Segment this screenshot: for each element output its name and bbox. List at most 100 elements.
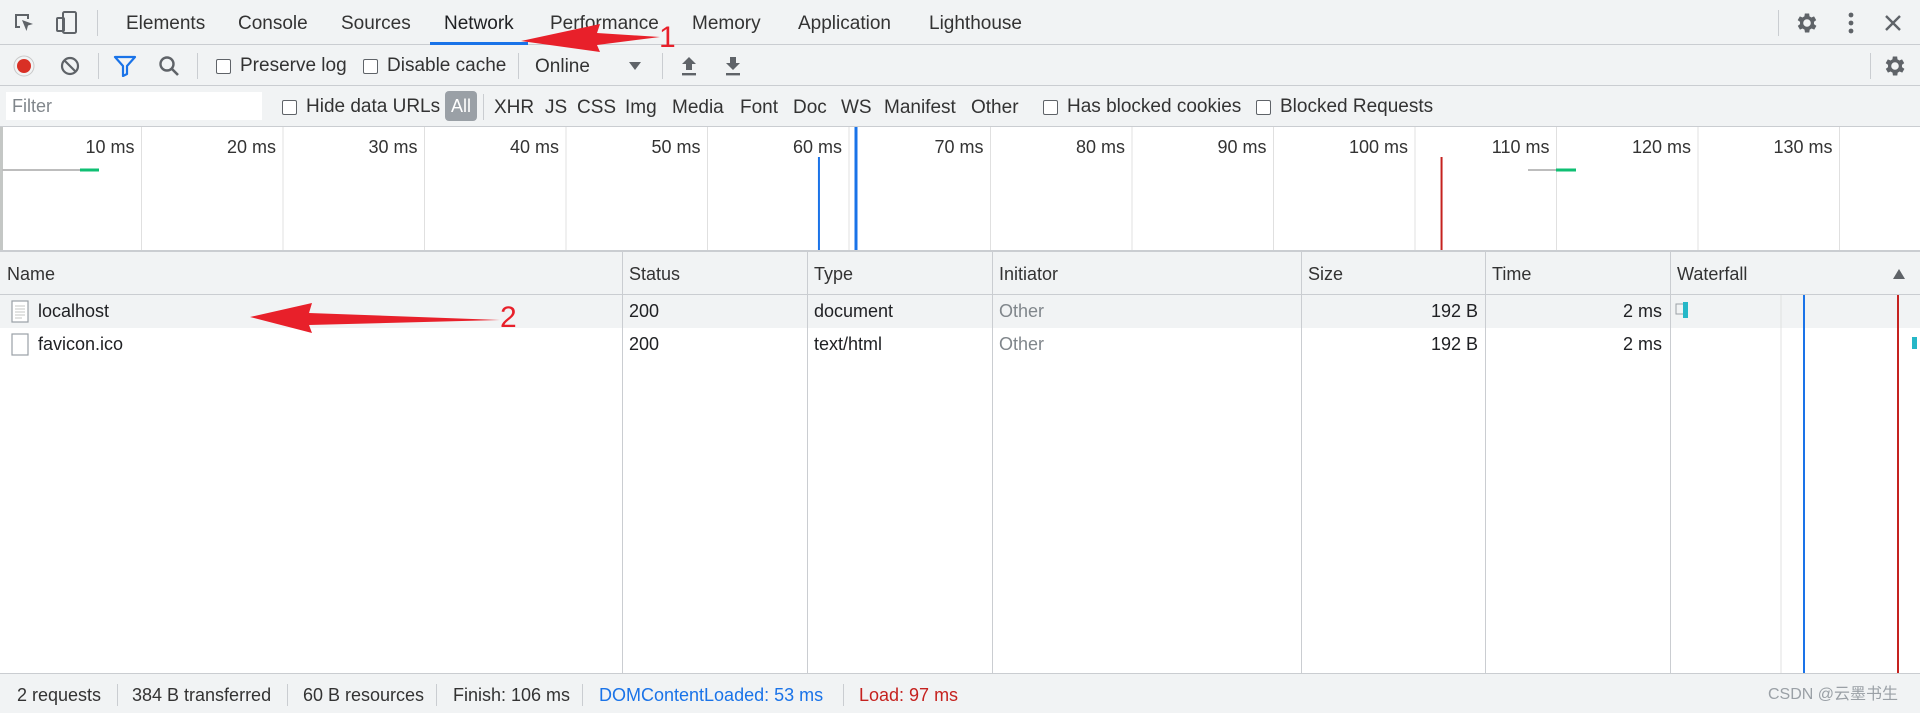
load-time: Load: 97 ms (859, 685, 959, 705)
column-header-name[interactable]: Name (0, 252, 622, 295)
column-divider[interactable] (1485, 252, 1486, 673)
row-status-cell: 200 (629, 301, 660, 321)
blank-file-icon (11, 333, 29, 356)
overview-tick-label: 120 ms (1632, 137, 1691, 157)
waterfall-queue-bar (1675, 303, 1685, 315)
overview-tick-label: 90 ms (1217, 137, 1266, 157)
type-filter-all[interactable]: All (445, 91, 478, 121)
network-overview-timeline[interactable]: 10 ms 20 ms 30 ms 40 ms 50 ms 60 ms 70 ms 80 ms… (0, 127, 1920, 252)
blocked-requests-box[interactable] (1256, 99, 1271, 115)
type-filter-css[interactable]: CSS (577, 86, 616, 127)
inspect-element-icon[interactable] (12, 11, 36, 35)
tab-bar-separator-right (1778, 10, 1779, 36)
column-header-waterfall[interactable]: Waterfall (1670, 252, 1920, 295)
csdn-watermark: CSDN @云墨书生 (1768, 686, 1899, 703)
resources-size: 60 B resources (303, 685, 425, 705)
has-blocked-cookies-checkbox[interactable]: Has blocked cookies (1043, 96, 1241, 118)
column-divider[interactable] (1301, 252, 1302, 673)
summary-status-bar: 2 requests 384 B transferred 60 B resour… (0, 673, 1920, 713)
tab-console[interactable]: Console (238, 0, 308, 45)
more-options-kebab-icon[interactable] (1841, 10, 1861, 36)
row-initiator-cell: Other (999, 301, 1045, 321)
type-filter-js[interactable]: JS (545, 86, 567, 127)
disable-cache-label: Disable cache (387, 55, 507, 76)
tab-lighthouse[interactable]: Lighthouse (929, 0, 1022, 45)
dom-content-loaded-time: DOMContentLoaded: 53 ms (599, 685, 824, 705)
import-har-upload-icon[interactable] (678, 54, 700, 78)
hide-data-urls-box[interactable] (282, 99, 297, 115)
settings-gear-icon[interactable] (1794, 10, 1820, 36)
disable-cache-box[interactable] (363, 58, 378, 74)
row-name-cell[interactable]: favicon.ico (38, 328, 123, 361)
network-settings-gear-icon[interactable] (1882, 53, 1908, 79)
close-devtools-icon[interactable] (1882, 12, 1904, 34)
status-separator (436, 684, 437, 706)
type-filter-manifest[interactable]: Manifest (884, 86, 956, 127)
overview-tick-label: 40 ms (510, 137, 559, 157)
tab-network[interactable]: Network (430, 0, 528, 45)
type-filter-doc[interactable]: Doc (793, 86, 827, 127)
request-table: Name Status Type Initiator Size Time Wat… (0, 252, 1920, 673)
tab-elements[interactable]: Elements (126, 0, 205, 45)
throttling-select[interactable]: Online (535, 45, 647, 86)
toolbar-separator (518, 53, 519, 79)
overview-tick-label: 30 ms (368, 137, 417, 157)
preserve-log-checkbox[interactable]: Preserve log (216, 55, 347, 77)
hide-data-urls-label: Hide data URLs (306, 96, 441, 117)
clear-log-icon[interactable] (59, 55, 81, 77)
filter-bar: Hide data URLs All XHR JS CSS Img Media … (0, 86, 1920, 127)
tab-application[interactable]: Application (798, 0, 891, 45)
requests-count: 2 requests (17, 685, 102, 705)
column-header-size[interactable]: Size (1301, 252, 1485, 295)
row-initiator-cell: Other (999, 334, 1045, 354)
filter-funnel-icon[interactable] (113, 55, 137, 77)
type-filter-img[interactable]: Img (625, 86, 657, 127)
waterfall-request-bar (1683, 302, 1688, 318)
throttling-value: Online (535, 56, 590, 77)
column-header-status[interactable]: Status (622, 252, 807, 295)
has-blocked-cookies-box[interactable] (1043, 99, 1058, 115)
overview-tick-label: 70 ms (934, 137, 983, 157)
overview-tick-label: 60 ms (793, 137, 842, 157)
tab-memory[interactable]: Memory (692, 0, 761, 45)
row-type-cell: text/html (814, 334, 883, 354)
column-divider[interactable] (622, 252, 623, 673)
preserve-log-box[interactable] (216, 58, 231, 74)
type-filter-font[interactable]: Font (740, 86, 778, 127)
column-header-initiator[interactable]: Initiator (992, 252, 1301, 295)
device-toolbar-icon[interactable] (54, 10, 80, 36)
hide-data-urls-checkbox[interactable]: Hide data URLs (282, 96, 440, 118)
row-name-cell[interactable]: localhost (38, 295, 109, 328)
record-button-icon[interactable] (13, 55, 35, 77)
blocked-requests-checkbox[interactable]: Blocked Requests (1256, 96, 1433, 118)
search-icon[interactable] (157, 54, 181, 78)
waterfall-header-label: Waterfall (1677, 264, 1748, 284)
finish-time: Finish: 106 ms (453, 685, 571, 705)
waterfall-request-bar (1912, 337, 1917, 349)
overview-tick-label: 20 ms (227, 137, 276, 157)
status-separator (117, 684, 118, 706)
type-filter-ws[interactable]: WS (841, 86, 872, 127)
column-header-time[interactable]: Time (1485, 252, 1670, 295)
filter-input[interactable] (6, 92, 262, 120)
column-header-type[interactable]: Type (807, 252, 992, 295)
disable-cache-checkbox[interactable]: Disable cache (363, 55, 506, 77)
waterfall-canvas (1675, 295, 1917, 673)
has-blocked-cookies-label: Has blocked cookies (1067, 96, 1242, 117)
status-separator (287, 684, 288, 706)
column-divider[interactable] (807, 252, 808, 673)
export-har-download-icon[interactable] (722, 54, 744, 78)
row-time-cell: 2 ms (1622, 334, 1662, 354)
overview-canvas: 10 ms 20 ms 30 ms 40 ms 50 ms 60 ms 70 ms 80 ms… (0, 127, 1840, 250)
type-filter-xhr[interactable]: XHR (494, 86, 534, 127)
type-filter-other[interactable]: Other (971, 86, 1019, 127)
row-size-cell: 192 B (1430, 334, 1478, 354)
status-separator (582, 684, 583, 706)
tab-sources[interactable]: Sources (341, 0, 411, 45)
type-filter-media[interactable]: Media (672, 86, 724, 127)
sort-ascending-icon[interactable] (1892, 268, 1906, 280)
column-divider[interactable] (992, 252, 993, 673)
toolbar-separator (197, 53, 198, 79)
toolbar-separator (98, 53, 99, 79)
tab-performance[interactable]: Performance (550, 0, 659, 45)
